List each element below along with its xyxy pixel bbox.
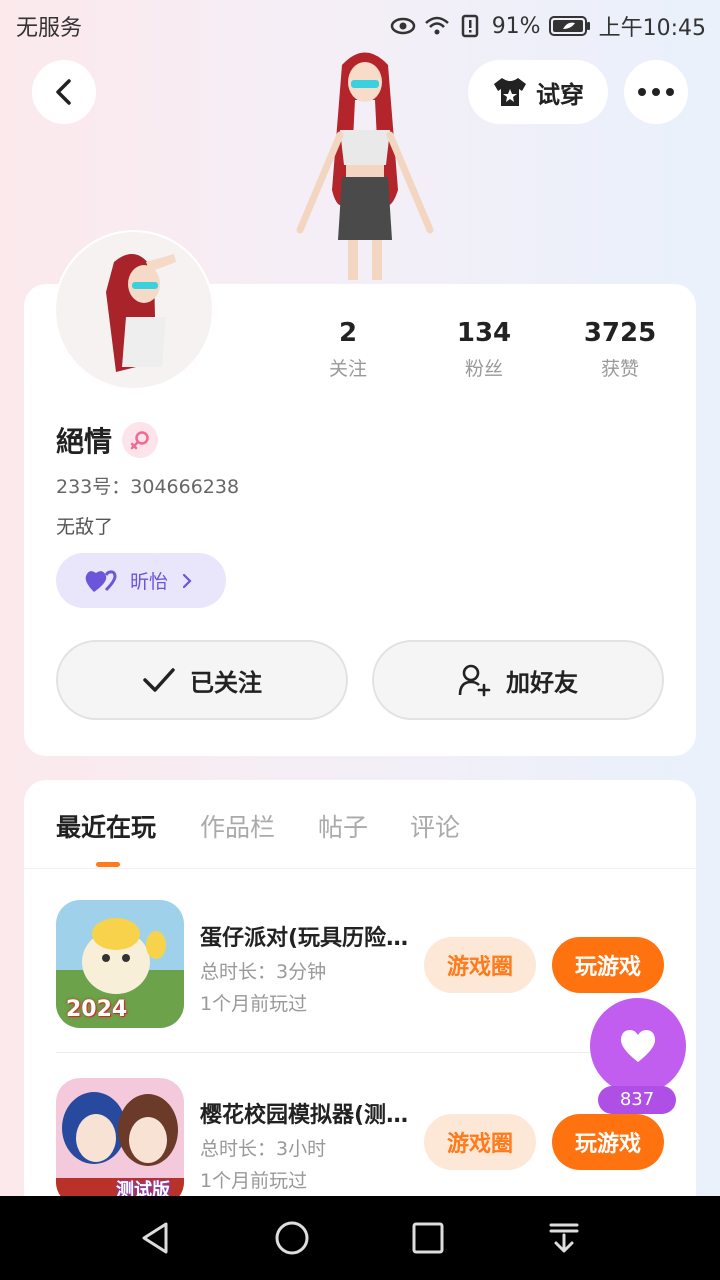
game-title[interactable]: 蛋仔派对(玩具历险记) xyxy=(200,920,410,952)
relation-tag-label: 昕怡 xyxy=(130,571,169,593)
chevron-left-icon xyxy=(56,79,71,105)
tab-works[interactable]: 作品栏 xyxy=(200,808,275,844)
status-icons: 91% 上午10:45 xyxy=(390,10,706,42)
triangle-back-icon xyxy=(142,1222,168,1254)
nav-home-button[interactable] xyxy=(268,1214,316,1262)
avatar-image xyxy=(56,232,212,388)
carrier-label: 无服务 xyxy=(16,16,83,41)
game-icon-text: 2024 xyxy=(66,997,128,1022)
stat-value: 3725 xyxy=(583,318,657,348)
eye-icon xyxy=(390,17,415,35)
battery-percent: 91% xyxy=(491,13,541,39)
stat-label: 关注 xyxy=(328,358,367,380)
circle-home-icon xyxy=(275,1221,309,1255)
battery-icon xyxy=(548,16,590,36)
nav-recents-button[interactable] xyxy=(404,1214,452,1262)
check-icon xyxy=(143,668,175,692)
add-user-icon xyxy=(458,664,491,697)
gender-badge xyxy=(122,422,158,458)
sim-alert-icon xyxy=(461,14,478,38)
try-on-label: 试穿 xyxy=(536,80,584,109)
like-button[interactable] xyxy=(590,998,686,1094)
stat-value: 2 xyxy=(338,318,358,348)
add-friend-button[interactable]: 加好友 xyxy=(372,640,664,720)
divider xyxy=(24,868,696,869)
divider xyxy=(56,1052,664,1053)
clock: 上午10:45 xyxy=(598,16,706,41)
avatar[interactable] xyxy=(56,232,212,388)
more-dots-icon xyxy=(638,88,674,96)
more-options-button[interactable] xyxy=(624,60,688,124)
tshirt-icon xyxy=(494,78,526,106)
nav-back-button[interactable] xyxy=(132,1214,180,1262)
bio: 无敌了 xyxy=(56,516,114,538)
game-circle-button[interactable]: 游戏圈 xyxy=(424,937,536,993)
avatar-3d-figure[interactable] xyxy=(280,40,450,285)
stat-followers[interactable]: 134 粉丝 xyxy=(424,318,544,381)
tab-recent-play[interactable]: 最近在玩 xyxy=(56,808,156,844)
nav-notification-button[interactable] xyxy=(540,1214,588,1262)
tab-posts[interactable]: 帖子 xyxy=(318,808,368,844)
like-count: 837 xyxy=(598,1086,676,1114)
pull-down-icon xyxy=(549,1223,579,1253)
tab-comments[interactable]: 评论 xyxy=(410,808,460,844)
follow-button[interactable]: 已关注 xyxy=(56,640,348,720)
stat-label: 粉丝 xyxy=(464,358,503,380)
stat-label: 获赞 xyxy=(600,358,639,380)
game-last-played: 1个月前玩过 xyxy=(200,993,308,1015)
game-circle-button[interactable]: 游戏圈 xyxy=(424,1114,536,1170)
game-duration: 总时长：3分钟 xyxy=(200,961,327,983)
square-recents-icon xyxy=(412,1222,444,1254)
game-duration: 总时长：3小时 xyxy=(200,1138,327,1160)
chevron-right-icon xyxy=(182,573,192,588)
game-icon[interactable]: 2024 xyxy=(56,900,184,1028)
double-heart-icon xyxy=(85,569,117,592)
stat-following[interactable]: 2 关注 xyxy=(288,318,408,381)
stat-value: 134 xyxy=(456,318,512,348)
play-game-button[interactable]: 玩游戏 xyxy=(552,1114,664,1170)
game-last-played: 1个月前玩过 xyxy=(200,1170,308,1192)
follow-label: 已关注 xyxy=(190,668,262,697)
game-title[interactable]: 樱花校园模拟器(测试版) xyxy=(200,1097,410,1129)
wifi-icon xyxy=(424,16,449,35)
stat-likes[interactable]: 3725 获赞 xyxy=(560,318,680,381)
system-nav-bar xyxy=(0,1196,720,1280)
game-icon[interactable]: 测试版 xyxy=(56,1078,184,1206)
heart-icon xyxy=(620,1030,656,1062)
play-game-button[interactable]: 玩游戏 xyxy=(552,937,664,993)
user-id: 233号：304666238 xyxy=(56,476,240,498)
active-tab-indicator xyxy=(96,862,120,867)
username: 絕情 xyxy=(56,425,113,458)
try-on-button[interactable]: 试穿 xyxy=(468,60,608,124)
add-friend-label: 加好友 xyxy=(506,668,578,697)
female-icon xyxy=(130,431,149,450)
relation-tag-button[interactable]: 昕怡 xyxy=(56,553,226,608)
back-button[interactable] xyxy=(32,60,96,124)
